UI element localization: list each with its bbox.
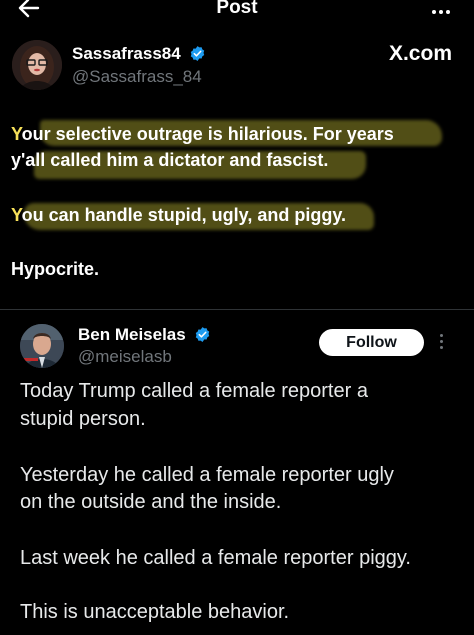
post-text-line: Your selective outrage is hilarious. For… (11, 124, 394, 144)
top-bar: Post (0, 0, 474, 22)
quoted-text-line: Yesterday he called a female reporter ug… (20, 464, 394, 486)
verified-badge-icon (191, 46, 205, 61)
divider (0, 309, 474, 310)
post-text-line: You can handle stupid, ugly, and piggy. (11, 205, 347, 225)
quoted-text-line: Last week he called a female reporter pi… (20, 547, 411, 569)
quoted-text-line: This is unacceptable behavior. (20, 601, 290, 623)
author-handle: @Sassafrass_84 (72, 67, 202, 86)
quoted-text-line: stupid person. (20, 408, 146, 430)
follow-button[interactable]: Follow (319, 329, 424, 356)
quoted-text-line: on the outside and the inside. (20, 491, 282, 513)
platform-label: X.com (388, 42, 452, 65)
post-text-line: y'all called him a dictator and fascist. (11, 150, 329, 170)
page-title: Post (216, 0, 258, 18)
post-text-line: Hypocrite. (11, 259, 100, 279)
author-avatar[interactable] (12, 40, 62, 90)
quoted-author-avatar[interactable] (20, 324, 64, 368)
verified-badge-icon (196, 327, 210, 342)
quoted-text-line: Today Trump called a female reporter a (20, 380, 368, 402)
author-name[interactable]: Sassafrass84 (72, 44, 206, 64)
more-icon[interactable] (440, 334, 444, 352)
quoted-author-name[interactable]: Ben Meiselas (78, 325, 211, 345)
more-icon[interactable] (429, 1, 450, 19)
quoted-author-handle: @meiselasb (78, 347, 172, 366)
